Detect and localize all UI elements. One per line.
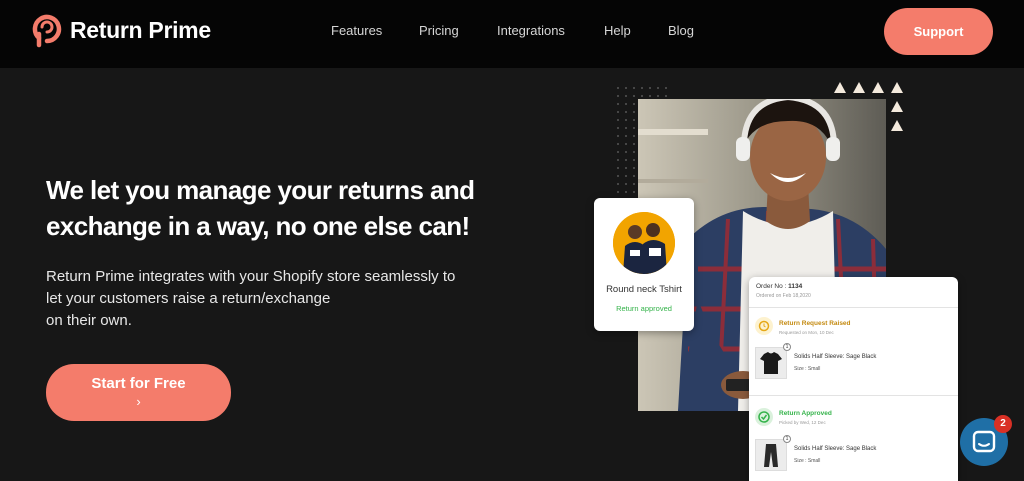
main-nav: Features Pricing Integrations Help Blog	[0, 23, 1024, 43]
order-card: Order No : 1134 Ordered on Feb 18,2020 R…	[749, 277, 958, 481]
quantity-badge: 1	[783, 435, 791, 443]
headline-line-1: We let you manage your returns and	[46, 175, 475, 205]
order-number-line: Order No : 1134	[756, 283, 802, 290]
order-number: 1134	[788, 283, 803, 290]
hero-description: Return Prime integrates with your Shopif…	[46, 266, 516, 332]
nav-features-link[interactable]: Features	[331, 23, 382, 38]
step-subtitle: Picked by Wed, 12 Dec	[779, 420, 826, 425]
step-title: Return Request Raised	[779, 320, 851, 327]
description-line-1: Return Prime integrates with your Shopif…	[46, 268, 456, 285]
product-image	[613, 212, 675, 274]
triangle-decoration	[891, 101, 903, 112]
triangle-decoration	[891, 120, 903, 131]
support-button[interactable]: Support	[884, 8, 993, 55]
start-for-free-button[interactable]: Start for Free ›	[46, 364, 231, 421]
start-for-free-label: Start for Free	[91, 375, 186, 392]
quantity-badge: 1	[783, 343, 791, 351]
nav-pricing-link[interactable]: Pricing	[419, 23, 459, 38]
clock-icon	[755, 317, 773, 335]
description-line-3: on their own.	[46, 312, 132, 329]
step-subtitle: Requested on Mon, 10 Dec	[779, 330, 834, 335]
triangle-decoration	[891, 82, 903, 93]
hero-headline: We let you manage your returns and excha…	[46, 172, 526, 244]
item-name: Solids Half Sleeve: Sage Black	[794, 354, 877, 360]
nav-help-link[interactable]: Help	[604, 23, 631, 38]
product-name: Round neck Tshirt	[606, 284, 682, 295]
chat-unread-badge: 2	[994, 415, 1012, 433]
step-title: Return Approved	[779, 410, 832, 417]
product-status: Return approved	[616, 304, 672, 313]
triangle-decoration	[872, 82, 884, 93]
chevron-right-icon: ›	[136, 394, 141, 409]
triangle-decoration	[834, 82, 846, 93]
triangle-decoration	[853, 82, 865, 93]
headline-line-2: exchange in a way, no one else can!	[46, 211, 470, 241]
nav-blog-link[interactable]: Blog	[668, 23, 694, 38]
nav-integrations-link[interactable]: Integrations	[497, 23, 565, 38]
item-name: Solids Half Sleeve: Sage Black	[794, 446, 877, 452]
order-date: Ordered on Feb 18,2020	[756, 293, 811, 299]
check-circle-icon	[755, 408, 773, 426]
pants-icon	[755, 439, 787, 471]
order-number-label: Order No :	[756, 283, 787, 290]
top-navbar: Return Prime Features Pricing Integratio…	[0, 0, 1024, 68]
divider	[749, 395, 958, 396]
item-size: Size : Small	[794, 366, 821, 372]
tshirt-icon	[755, 347, 787, 379]
landing-page: Return Prime Features Pricing Integratio…	[0, 0, 1024, 481]
description-line-2: let your customers raise a return/exchan…	[46, 290, 331, 307]
divider	[749, 307, 958, 308]
product-card: Round neck Tshirt Return approved	[594, 198, 694, 331]
item-size: Size : Small	[794, 458, 821, 464]
